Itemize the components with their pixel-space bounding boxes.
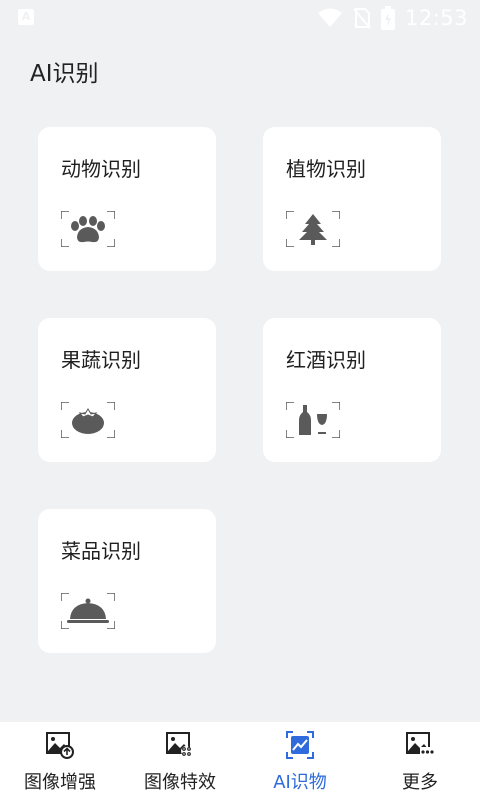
paw-icon [61,211,115,247]
card-animal-recognition[interactable]: 动物识别 [38,127,216,271]
tab-image-effects[interactable]: 图像特效 [120,722,240,800]
card-produce-recognition[interactable]: 果蔬识别 [38,318,216,462]
notification-icon: A [18,9,34,25]
image-effects-icon [166,732,191,756]
no-sim-icon [353,8,371,29]
status-bar: A 12:53 [0,0,480,36]
bottom-nav: 图像增强 图像特效 AI识物 更多 [0,722,480,800]
tab-label: 图像特效 [144,772,216,793]
card-dish-recognition[interactable]: 菜品识别 [38,509,216,653]
card-label: 菜品识别 [61,539,141,563]
tomato-icon [61,402,115,438]
image-enhance-icon [46,732,74,759]
page-title: AI识别 [30,61,99,87]
tab-label: AI识物 [273,772,327,793]
card-label: 动物识别 [61,157,141,181]
food-dome-icon [61,593,115,629]
card-label: 红酒识别 [286,348,366,372]
tab-label: 图像增强 [24,772,96,793]
tab-label: 更多 [402,772,438,793]
tab-ai-recognize[interactable]: AI识物 [240,722,360,800]
tree-icon [286,211,340,247]
card-wine-recognition[interactable]: 红酒识别 [263,318,441,462]
card-label: 果蔬识别 [61,348,141,372]
battery-icon [380,6,395,30]
card-label: 植物识别 [286,157,366,181]
tab-more[interactable]: 更多 [360,722,480,800]
ai-recognize-icon [286,731,314,759]
clock: 12:53 [404,6,468,30]
card-plant-recognition[interactable]: 植物识别 [263,127,441,271]
image-more-icon [406,732,434,755]
tab-image-enhance[interactable]: 图像增强 [0,722,120,800]
wifi-icon [317,8,342,27]
wine-icon [286,402,340,438]
status-icons: 12:53 [317,6,468,30]
